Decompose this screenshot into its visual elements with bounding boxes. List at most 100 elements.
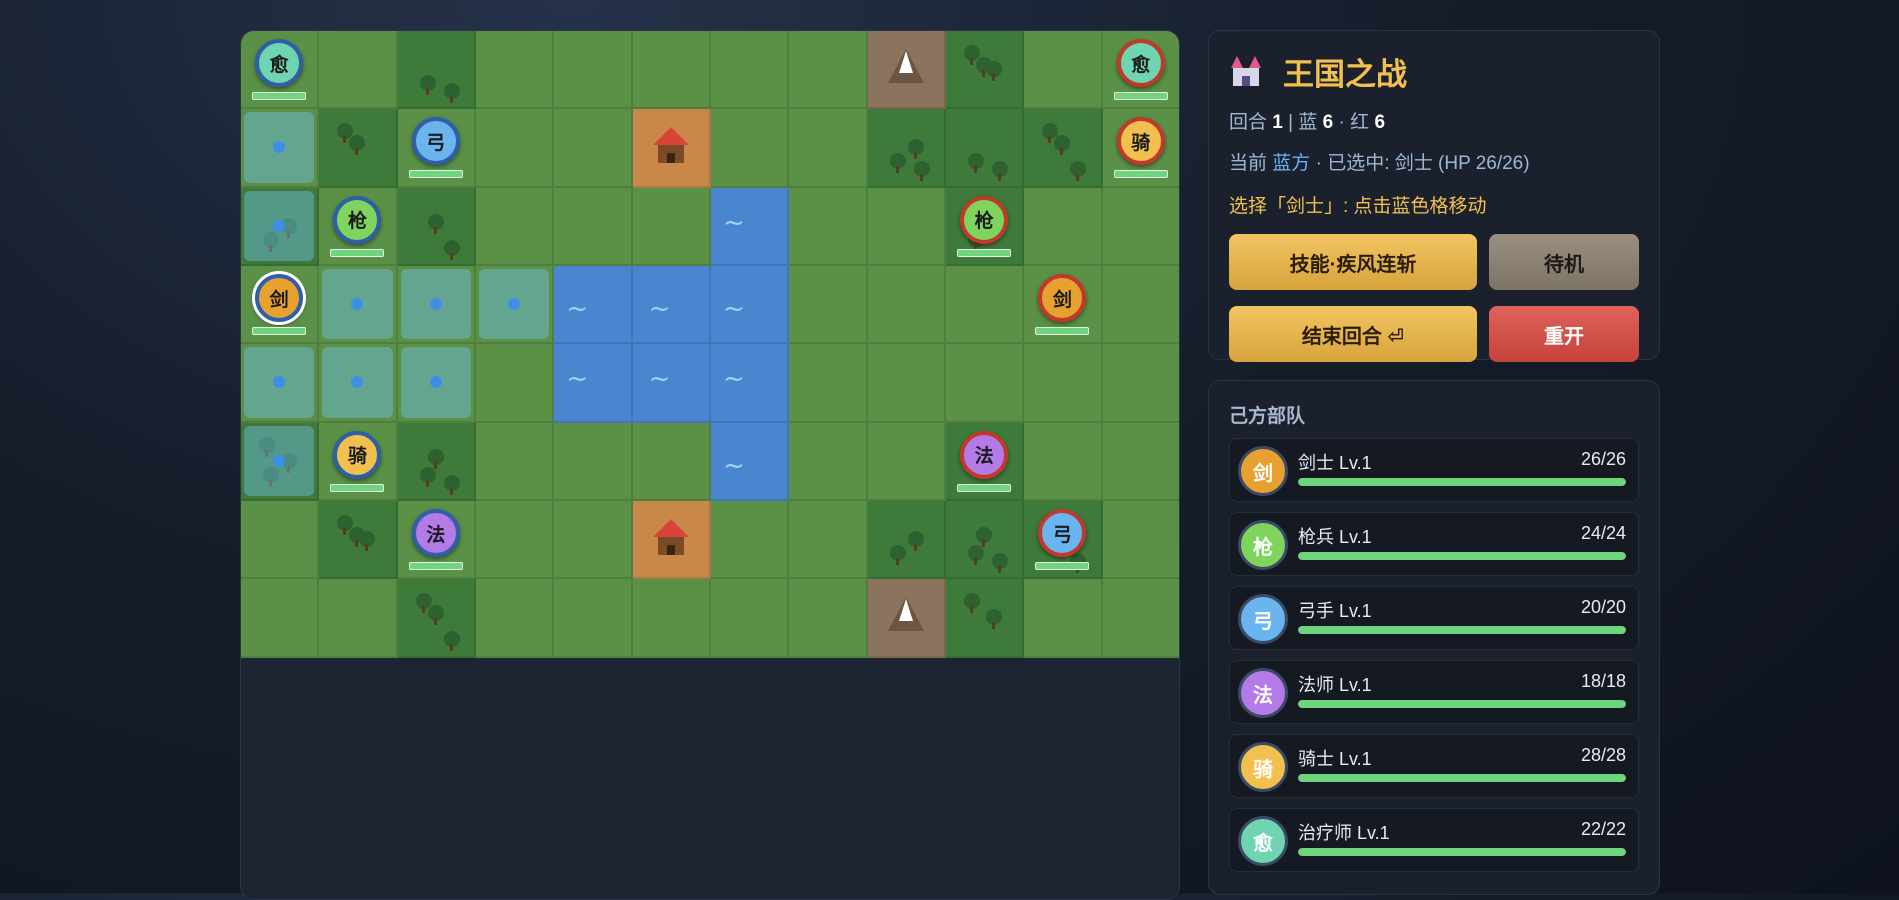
map-cell-grass[interactable] xyxy=(710,109,790,188)
map-cell-grass[interactable] xyxy=(475,265,555,345)
red-unit-knight[interactable]: 骑 xyxy=(1116,117,1165,166)
map-cell-grass[interactable] xyxy=(554,31,633,110)
map-cell-grass[interactable]: 法 xyxy=(397,500,476,580)
blue-unit-mage[interactable]: 法 xyxy=(411,509,460,558)
map-cell-grass[interactable] xyxy=(632,31,711,110)
map-cell-water[interactable]: ~ xyxy=(554,344,633,423)
map-cell-grass[interactable] xyxy=(1102,187,1179,266)
map-cell-grass[interactable] xyxy=(475,187,555,266)
move-range-highlight[interactable] xyxy=(244,347,315,418)
blue-unit-knight[interactable]: 骑 xyxy=(333,430,382,479)
map-cell-forest[interactable] xyxy=(319,500,398,580)
map-cell-grass[interactable] xyxy=(475,109,555,188)
red-unit-sword[interactable]: 剑 xyxy=(1038,274,1087,323)
map-cell-forest[interactable] xyxy=(867,500,946,580)
map-cell-grass[interactable] xyxy=(632,422,711,501)
map-cell-grass[interactable] xyxy=(241,344,320,423)
end-turn-button[interactable]: 结束回合 ⏎ xyxy=(1229,306,1477,362)
blue-unit-spear[interactable]: 枪 xyxy=(333,195,382,244)
roster-card-healer[interactable]: 愈治疗师 Lv.1 22/22 xyxy=(1229,808,1639,872)
map-cell-forest[interactable] xyxy=(1024,109,1103,188)
map-cell-grass[interactable] xyxy=(554,187,633,266)
map-cell-forest[interactable] xyxy=(397,579,476,658)
map-cell-grass[interactable]: 枪 xyxy=(319,187,398,266)
red-unit-mage[interactable]: 法 xyxy=(960,430,1009,479)
map-cell-grass[interactable] xyxy=(475,422,555,501)
map-cell-grass[interactable] xyxy=(475,500,555,580)
map-cell-grass[interactable] xyxy=(319,344,398,423)
map-cell-grass[interactable] xyxy=(710,579,790,658)
map-cell-grass[interactable] xyxy=(1102,500,1179,580)
map-cell-grass[interactable] xyxy=(945,265,1025,345)
map-cell-forest[interactable] xyxy=(945,31,1025,110)
map-cell-grass[interactable] xyxy=(319,579,398,658)
map-cell-grass[interactable] xyxy=(867,265,946,345)
map-cell-grass[interactable] xyxy=(789,579,868,658)
map-cell-grass[interactable] xyxy=(554,422,633,501)
map-cell-water[interactable]: ~ xyxy=(710,265,790,345)
move-range-highlight[interactable] xyxy=(478,268,550,340)
map-cell-forest[interactable] xyxy=(241,422,320,501)
map-cell-village[interactable] xyxy=(632,109,711,188)
map-cell-grass[interactable] xyxy=(632,579,711,658)
blue-unit-sword[interactable]: 剑 xyxy=(255,274,304,323)
map-cell-grass[interactable] xyxy=(241,109,320,188)
map-cell-forest[interactable] xyxy=(397,422,476,501)
map-cell-village[interactable] xyxy=(632,500,711,580)
map-cell-forest[interactable] xyxy=(945,500,1025,580)
map-cell-grass[interactable] xyxy=(945,344,1025,423)
move-range-highlight[interactable] xyxy=(400,268,471,340)
map-cell-grass[interactable] xyxy=(1102,265,1179,345)
map-cell-forest[interactable]: 法 xyxy=(945,422,1025,501)
map-cell-water[interactable]: ~ xyxy=(554,265,633,345)
move-range-highlight[interactable] xyxy=(244,112,315,183)
move-range-highlight[interactable] xyxy=(322,268,393,340)
map-cell-grass[interactable] xyxy=(475,31,555,110)
map-cell-grass[interactable] xyxy=(1024,31,1103,110)
map-cell-forest[interactable]: 弓 xyxy=(1024,500,1103,580)
map-cell-grass[interactable] xyxy=(867,422,946,501)
map-cell-grass[interactable] xyxy=(632,187,711,266)
map-cell-grass[interactable] xyxy=(867,187,946,266)
map-cell-mountain[interactable] xyxy=(867,579,946,658)
map-cell-grass[interactable] xyxy=(867,344,946,423)
map-cell-grass[interactable] xyxy=(554,500,633,580)
map-cell-grass[interactable] xyxy=(397,265,476,345)
map-cell-grass[interactable] xyxy=(1102,579,1179,658)
map-cell-grass[interactable] xyxy=(789,31,868,110)
map-cell-grass[interactable] xyxy=(1024,579,1103,658)
map-cell-grass[interactable] xyxy=(475,579,555,658)
roster-card-spear[interactable]: 枪枪兵 Lv.1 24/24 xyxy=(1229,512,1639,576)
map-cell-grass[interactable]: 愈 xyxy=(1102,31,1179,110)
map-cell-grass[interactable] xyxy=(710,31,790,110)
map-cell-water[interactable]: ~ xyxy=(632,265,711,345)
map-cell-grass[interactable] xyxy=(1102,422,1179,501)
move-range-highlight[interactable] xyxy=(244,190,315,261)
map-cell-forest[interactable] xyxy=(945,579,1025,658)
map-cell-water[interactable]: ~ xyxy=(710,422,790,501)
skill-button[interactable]: 技能·疾风连斩 xyxy=(1229,234,1477,290)
map-cell-grass[interactable] xyxy=(789,422,868,501)
map-cell-grass[interactable] xyxy=(319,31,398,110)
map-cell-forest[interactable] xyxy=(945,109,1025,188)
map-cell-grass[interactable] xyxy=(241,579,320,658)
map-cell-grass[interactable] xyxy=(554,109,633,188)
map-cell-grass[interactable] xyxy=(1024,187,1103,266)
map-cell-grass[interactable] xyxy=(554,579,633,658)
move-range-highlight[interactable] xyxy=(244,425,315,496)
map-cell-forest[interactable]: 枪 xyxy=(945,187,1025,266)
map-cell-grass[interactable] xyxy=(1024,344,1103,423)
red-unit-spear[interactable]: 枪 xyxy=(960,195,1009,244)
blue-unit-healer[interactable]: 愈 xyxy=(255,39,304,88)
map-cell-grass[interactable] xyxy=(789,344,868,423)
map-cell-water[interactable]: ~ xyxy=(710,187,790,266)
map-cell-water[interactable]: ~ xyxy=(632,344,711,423)
battle-map-grid[interactable]: 愈愈弓骑枪 ~ 枪剑 ~ ~ ~ 剑 ~ ~ ~ 骑 ~ 法法弓 xyxy=(241,31,1179,658)
roster-card-sword[interactable]: 剑剑士 Lv.1 26/26 xyxy=(1229,438,1639,502)
blue-unit-bow[interactable]: 弓 xyxy=(411,117,460,166)
roster-card-mage[interactable]: 法法师 Lv.1 18/18 xyxy=(1229,660,1639,724)
wait-button[interactable]: 待机 xyxy=(1489,234,1639,290)
restart-button[interactable]: 重开 xyxy=(1489,306,1639,362)
map-cell-forest[interactable] xyxy=(319,109,398,188)
map-cell-grass[interactable] xyxy=(789,265,868,345)
